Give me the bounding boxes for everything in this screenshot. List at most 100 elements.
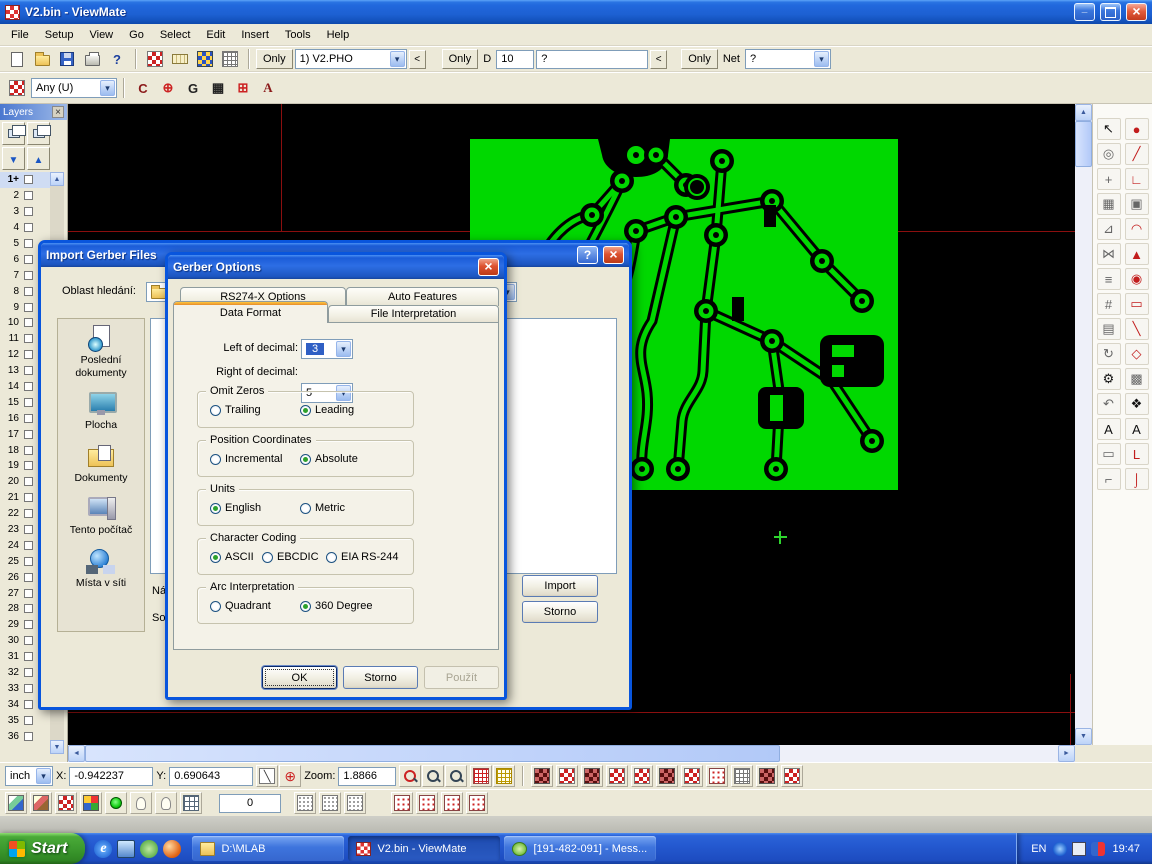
rotate-tool-icon[interactable]: ↻ [1097, 343, 1121, 365]
menu-item[interactable]: Tools [277, 26, 319, 44]
layer-visibility-checkbox[interactable] [24, 398, 33, 407]
close-button[interactable] [478, 258, 499, 276]
color-set-icon[interactable] [80, 792, 102, 814]
aperture-wheel-icon[interactable] [5, 76, 29, 100]
menu-item[interactable]: Help [319, 26, 358, 44]
prev-dcode-button[interactable]: < [650, 50, 667, 69]
layer-visibility-checkbox[interactable] [24, 525, 33, 534]
radio-ebcdic[interactable]: EBCDIC [262, 551, 319, 563]
layer-move-down-button[interactable] [2, 147, 25, 170]
only-layer-toggle[interactable]: Only [256, 49, 293, 69]
scroll-down-icon[interactable] [50, 740, 64, 754]
only-net-toggle[interactable]: Only [681, 49, 718, 69]
menu-item[interactable]: File [3, 26, 37, 44]
open-file-icon[interactable] [30, 47, 54, 71]
a-tool-icon[interactable]: A [256, 76, 280, 100]
layer-visibility-checkbox[interactable] [24, 700, 33, 709]
layer-row[interactable]: 3 [0, 204, 50, 220]
vertical-scroll-thumb[interactable] [1075, 121, 1092, 167]
zoom-field[interactable]: 1.8866 [338, 767, 396, 786]
undo-tool-icon[interactable]: ↶ [1097, 393, 1121, 415]
grid-gold-icon[interactable] [493, 765, 515, 787]
lamp-icon[interactable] [130, 792, 152, 814]
dot-grid-icon[interactable] [294, 792, 316, 814]
tab-file-interpretation[interactable]: File Interpretation [328, 305, 499, 322]
start-button[interactable]: Start [0, 833, 85, 864]
polyline-draw-icon[interactable]: ∟ [1125, 168, 1149, 190]
pointer-tool-icon[interactable]: ↖ [1097, 118, 1121, 140]
g-tool-icon[interactable]: G [181, 76, 205, 100]
star-draw-icon[interactable]: ❖ [1125, 393, 1149, 415]
layer-stack-alt-button[interactable] [27, 122, 50, 145]
scroll-up-icon[interactable] [50, 172, 64, 186]
scroll-left-icon[interactable] [68, 745, 85, 762]
layer-visibility-checkbox[interactable] [24, 255, 33, 264]
radio-incremental[interactable]: Incremental [210, 453, 282, 465]
layer-visibility-checkbox[interactable] [24, 366, 33, 375]
taskbar-task-viewmate[interactable]: V2.bin - ViewMate [348, 836, 500, 861]
save-icon[interactable] [55, 47, 79, 71]
layers-panel-titlebar[interactable]: Layers [0, 104, 67, 120]
layer-row[interactable]: 35 [0, 712, 50, 728]
fill-box-tool-icon[interactable]: ▦ [1097, 193, 1121, 215]
ok-button[interactable]: OK [262, 666, 337, 689]
scroll-down-icon[interactable] [1075, 728, 1092, 745]
ruler-tool-icon[interactable]: ▭ [1097, 443, 1121, 465]
settings-tool-icon[interactable]: ⚙ [1097, 368, 1121, 390]
layer-visibility-checkbox[interactable] [24, 318, 33, 327]
layers-tool-icon[interactable]: ▤ [1097, 318, 1121, 340]
tab-data-format[interactable]: Data Format [173, 301, 328, 323]
place-desktop[interactable]: Plocha [60, 390, 142, 432]
pad-style3-icon[interactable] [441, 792, 463, 814]
highlight-film-icon[interactable] [55, 792, 77, 814]
crosshair-tool-icon[interactable]: ⊕ [156, 76, 180, 100]
layer-visibility-checkbox[interactable] [24, 175, 33, 184]
radio-eia-rs244[interactable]: EIA RS-244 [326, 551, 398, 563]
film-negative-icon[interactable] [531, 765, 553, 787]
layer-row[interactable]: 2 [0, 188, 50, 204]
layer-visibility-checkbox[interactable] [24, 446, 33, 455]
radio-ascii[interactable]: ASCII [210, 551, 254, 563]
zoom-select-icon[interactable] [399, 765, 421, 787]
dcode-count-field[interactable]: 0 [219, 794, 281, 813]
pad-view-icon[interactable] [631, 765, 653, 787]
dcode-query-input[interactable]: ? [536, 50, 648, 69]
y-coordinate-field[interactable]: 0.690643 [169, 767, 253, 786]
place-my-computer[interactable]: Tento počítač [60, 495, 142, 537]
gerber-dialog-titlebar[interactable]: Gerber Options [168, 255, 504, 279]
firefox-icon[interactable] [163, 840, 181, 858]
scroll-right-icon[interactable] [1058, 745, 1075, 762]
radio-360-degree[interactable]: 360 Degree [300, 600, 373, 612]
drag-select-icon[interactable] [256, 765, 278, 787]
x-coordinate-field[interactable]: -0.942237 [69, 767, 153, 786]
layer-visibility-checkbox[interactable] [24, 573, 33, 582]
prev-layer-button[interactable]: < [409, 50, 426, 69]
layer-visibility-checkbox[interactable] [24, 461, 33, 470]
layer-visibility-checkbox[interactable] [24, 732, 33, 741]
place-network[interactable]: Místa v síti [60, 548, 142, 590]
dcode-input[interactable]: 10 [496, 50, 534, 69]
show-desktop-icon[interactable] [117, 840, 135, 858]
layer-row[interactable]: 4 [0, 220, 50, 236]
dot-grid2-icon[interactable] [319, 792, 341, 814]
close-button[interactable] [1126, 3, 1147, 21]
grid-settings-icon[interactable] [218, 47, 242, 71]
film-stack-alt-icon[interactable] [30, 792, 52, 814]
layer-visibility-checkbox[interactable] [24, 604, 33, 613]
align-tool-icon[interactable]: ≡ [1097, 268, 1121, 290]
horizontal-scrollbar[interactable] [68, 745, 1075, 762]
rect-draw-icon[interactable]: ▭ [1125, 293, 1149, 315]
snap-tool-icon[interactable]: # [1097, 293, 1121, 315]
layers-panel-close-icon[interactable] [52, 106, 64, 118]
aperture-view-icon[interactable] [706, 765, 728, 787]
mirror-view-icon[interactable] [781, 765, 803, 787]
layer-visibility-checkbox[interactable] [24, 477, 33, 486]
layer-select[interactable]: 1) V2.PHO [295, 49, 407, 69]
arc-draw-icon[interactable]: ◠ [1125, 218, 1149, 240]
film-settings-icon[interactable] [193, 47, 217, 71]
hatch-draw-icon[interactable]: ▩ [1125, 368, 1149, 390]
step-view-icon[interactable] [756, 765, 778, 787]
msn-icon[interactable] [140, 840, 158, 858]
left-of-decimal-select[interactable]: 3 [301, 339, 353, 359]
hook-draw-icon[interactable]: ⌡ [1125, 468, 1149, 490]
